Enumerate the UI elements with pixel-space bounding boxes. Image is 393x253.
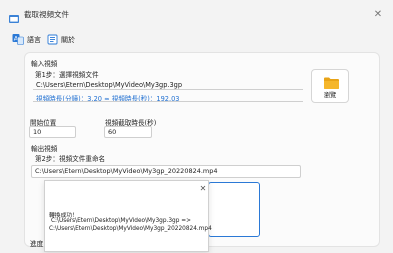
dialog-line-target: C:\Users\Etern\Desktop\MyVideo\My3gp_202… <box>49 226 212 232</box>
dialog-line-source: C:\Users\Etern\Desktop\MyVideo\My3gp.3gp… <box>51 218 191 224</box>
menu-about[interactable]: 關於 <box>47 33 75 47</box>
clip-duration-input[interactable]: 60 <box>104 126 152 138</box>
language-icon: A <box>12 33 24 47</box>
menu-language[interactable]: A 語言 <box>12 33 41 47</box>
step1-label: 第1步：選擇視頻文件 <box>35 71 99 79</box>
info-book-icon <box>47 34 58 47</box>
menu-bar: A 語言 關於 <box>0 30 393 50</box>
title-bar: 截取視頻文件 ✕ <box>0 0 393 30</box>
menu-about-label: 關於 <box>61 36 75 44</box>
dialog-close-icon[interactable]: ✕ <box>198 184 208 194</box>
app-window-icon <box>8 10 20 23</box>
convert-button-outline[interactable] <box>208 182 260 237</box>
input-path-underline <box>33 89 303 90</box>
main-window: 截取視頻文件 ✕ A 語言 關於 輸入視頻 第1步：選擇視頻文件 C:\User… <box>0 0 393 253</box>
browse-button[interactable]: 瀏覽 <box>311 69 349 103</box>
close-window-button[interactable]: ✕ <box>371 8 385 22</box>
progress-label: 進度 <box>30 240 44 248</box>
output-file-path-input[interactable]: C:\Users\Etern\Desktop\MyVideo\My3gp_202… <box>31 165 301 178</box>
window-title: 截取視頻文件 <box>24 10 69 19</box>
step2-label: 第2步：視頻文件重命名 <box>35 155 106 163</box>
input-section-title: 輸入視頻 <box>31 60 58 68</box>
menu-language-label: 語言 <box>27 36 41 44</box>
input-file-path[interactable]: C:\Users\Etern\Desktop\MyVideo\My3gp.3gp <box>36 81 182 89</box>
duration-underline <box>33 101 303 102</box>
browse-label: 瀏覽 <box>323 92 337 99</box>
start-position-input[interactable]: 10 <box>29 126 76 138</box>
output-section-title: 輸出視頻 <box>31 145 58 153</box>
